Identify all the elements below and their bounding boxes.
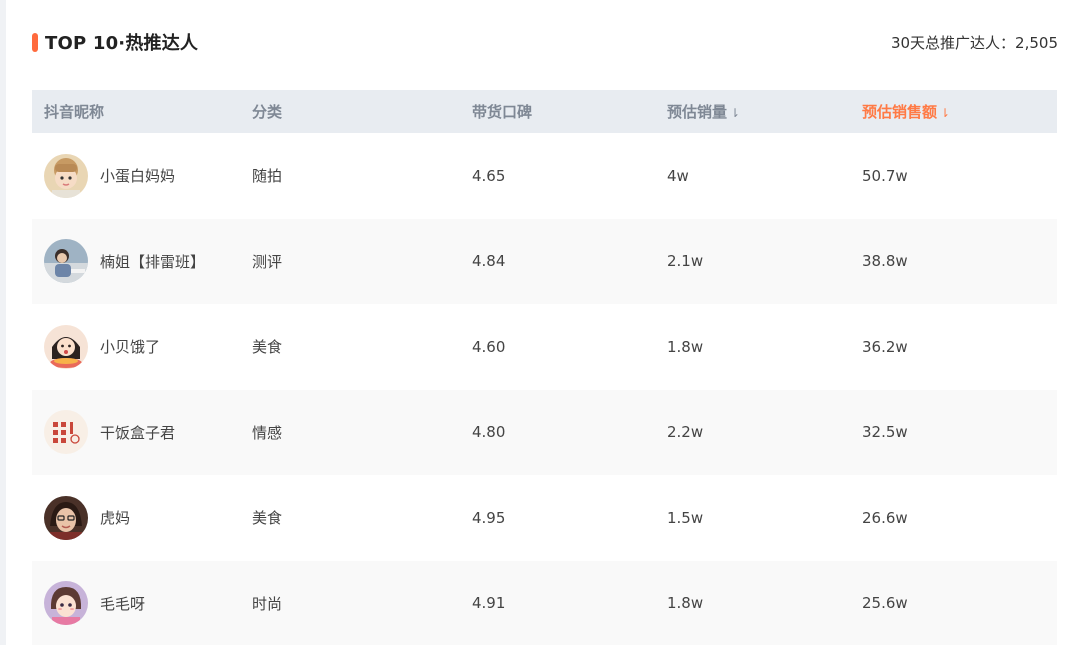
creator-cell: 小蛋白妈妈: [32, 153, 252, 198]
total-creators-summary: 30天总推广达人：2,505: [890, 33, 1058, 52]
title-wrap: TOP 10·热推达人: [32, 29, 198, 55]
avatar-cartoon-icon[interactable]: [44, 324, 88, 369]
creator-name[interactable]: 毛毛呀: [100, 593, 145, 614]
category-cell: 测评: [252, 252, 283, 271]
creators-table: 抖音昵称 分类 带货口碑 预估销量 ⇂ 预估销售额 ⇂ 小蛋白妈妈 随拍 4.6…: [32, 90, 1057, 645]
panel-header: TOP 10·热推达人 30天总推广达人：2,505: [32, 26, 1058, 58]
gmv-cell: 25.6w: [862, 594, 908, 613]
sales-cell: 4w: [667, 166, 689, 185]
creator-cell: 小贝饿了: [32, 324, 252, 369]
column-header-sales[interactable]: 预估销量 ⇂: [667, 101, 862, 122]
category-cell: 随拍: [252, 167, 283, 186]
sales-cell: 1.8w: [667, 337, 704, 356]
avatar-seal-icon[interactable]: [44, 410, 88, 455]
avatar-girl-icon[interactable]: [44, 153, 88, 198]
table-row[interactable]: 小贝饿了 美食 4.60 1.8w 36.2w: [32, 304, 1057, 390]
rating-cell: 4.95: [472, 508, 506, 527]
rating-cell: 4.65: [472, 166, 506, 185]
category-cell: 情感: [252, 423, 283, 442]
table-row[interactable]: 毛毛呀 时尚 4.91 1.8w 25.6w: [32, 560, 1057, 645]
creator-cell: 干饭盒子君: [32, 410, 252, 455]
rating-cell: 4.91: [472, 594, 506, 613]
column-header-name: 抖音昵称: [44, 103, 105, 121]
gmv-cell: 36.2w: [862, 337, 908, 356]
rating-cell: 4.80: [472, 423, 506, 442]
creator-name[interactable]: 虎妈: [100, 507, 130, 528]
gmv-cell: 26.6w: [862, 508, 908, 527]
sales-cell: 2.2w: [667, 423, 704, 442]
gmv-cell: 38.8w: [862, 252, 908, 271]
creator-cell: 虎妈: [32, 495, 252, 540]
gmv-cell: 50.7w: [862, 166, 908, 185]
avatar-anime-icon[interactable]: [44, 581, 88, 626]
table-header: 抖音昵称 分类 带货口碑 预估销量 ⇂ 预估销售额 ⇂: [32, 90, 1057, 133]
gmv-cell: 32.5w: [862, 423, 908, 442]
avatar-woman-icon[interactable]: [44, 495, 88, 540]
creator-cell: 毛毛呀: [32, 581, 252, 626]
category-cell: 美食: [252, 509, 283, 528]
column-header-gmv[interactable]: 预估销售额 ⇂: [862, 101, 1057, 122]
hot-creators-panel: TOP 10·热推达人 30天总推广达人：2,505 抖音昵称 分类 带货口碑 …: [0, 0, 1080, 645]
panel-title: TOP 10·热推达人: [45, 33, 199, 54]
left-border: [0, 0, 6, 645]
creator-name[interactable]: 干饭盒子君: [100, 422, 175, 443]
creator-name[interactable]: 小贝饿了: [100, 336, 160, 357]
category-cell: 时尚: [252, 594, 283, 613]
title-accent-bar: [32, 32, 38, 52]
table-row[interactable]: 楠姐【排雷班】 测评 4.84 2.1w 38.8w: [32, 218, 1057, 304]
creator-name[interactable]: 小蛋白妈妈: [100, 165, 175, 186]
column-header-rating: 带货口碑: [472, 103, 533, 121]
category-cell: 美食: [252, 338, 283, 357]
table-row[interactable]: 小蛋白妈妈 随拍 4.65 4w 50.7w: [32, 133, 1057, 219]
creator-cell: 楠姐【排雷班】: [32, 239, 252, 284]
sales-cell: 1.8w: [667, 594, 704, 613]
rating-cell: 4.84: [472, 252, 506, 271]
down-arrow-icon[interactable]: ⇂: [940, 106, 950, 120]
rating-cell: 4.60: [472, 337, 506, 356]
column-header-category: 分类: [252, 103, 283, 121]
avatar-person-icon[interactable]: [44, 239, 88, 284]
down-arrow-icon[interactable]: ⇂: [730, 106, 740, 120]
creator-name[interactable]: 楠姐【排雷班】: [100, 251, 205, 272]
column-header-gmv-label: 预估销售额: [862, 103, 938, 121]
sales-cell: 1.5w: [667, 508, 704, 527]
column-header-sales-label: 预估销量: [667, 103, 728, 121]
sales-cell: 2.1w: [667, 252, 704, 271]
table-row[interactable]: 虎妈 美食 4.95 1.5w 26.6w: [32, 475, 1057, 561]
table-row[interactable]: 干饭盒子君 情感 4.80 2.2w 32.5w: [32, 389, 1057, 475]
